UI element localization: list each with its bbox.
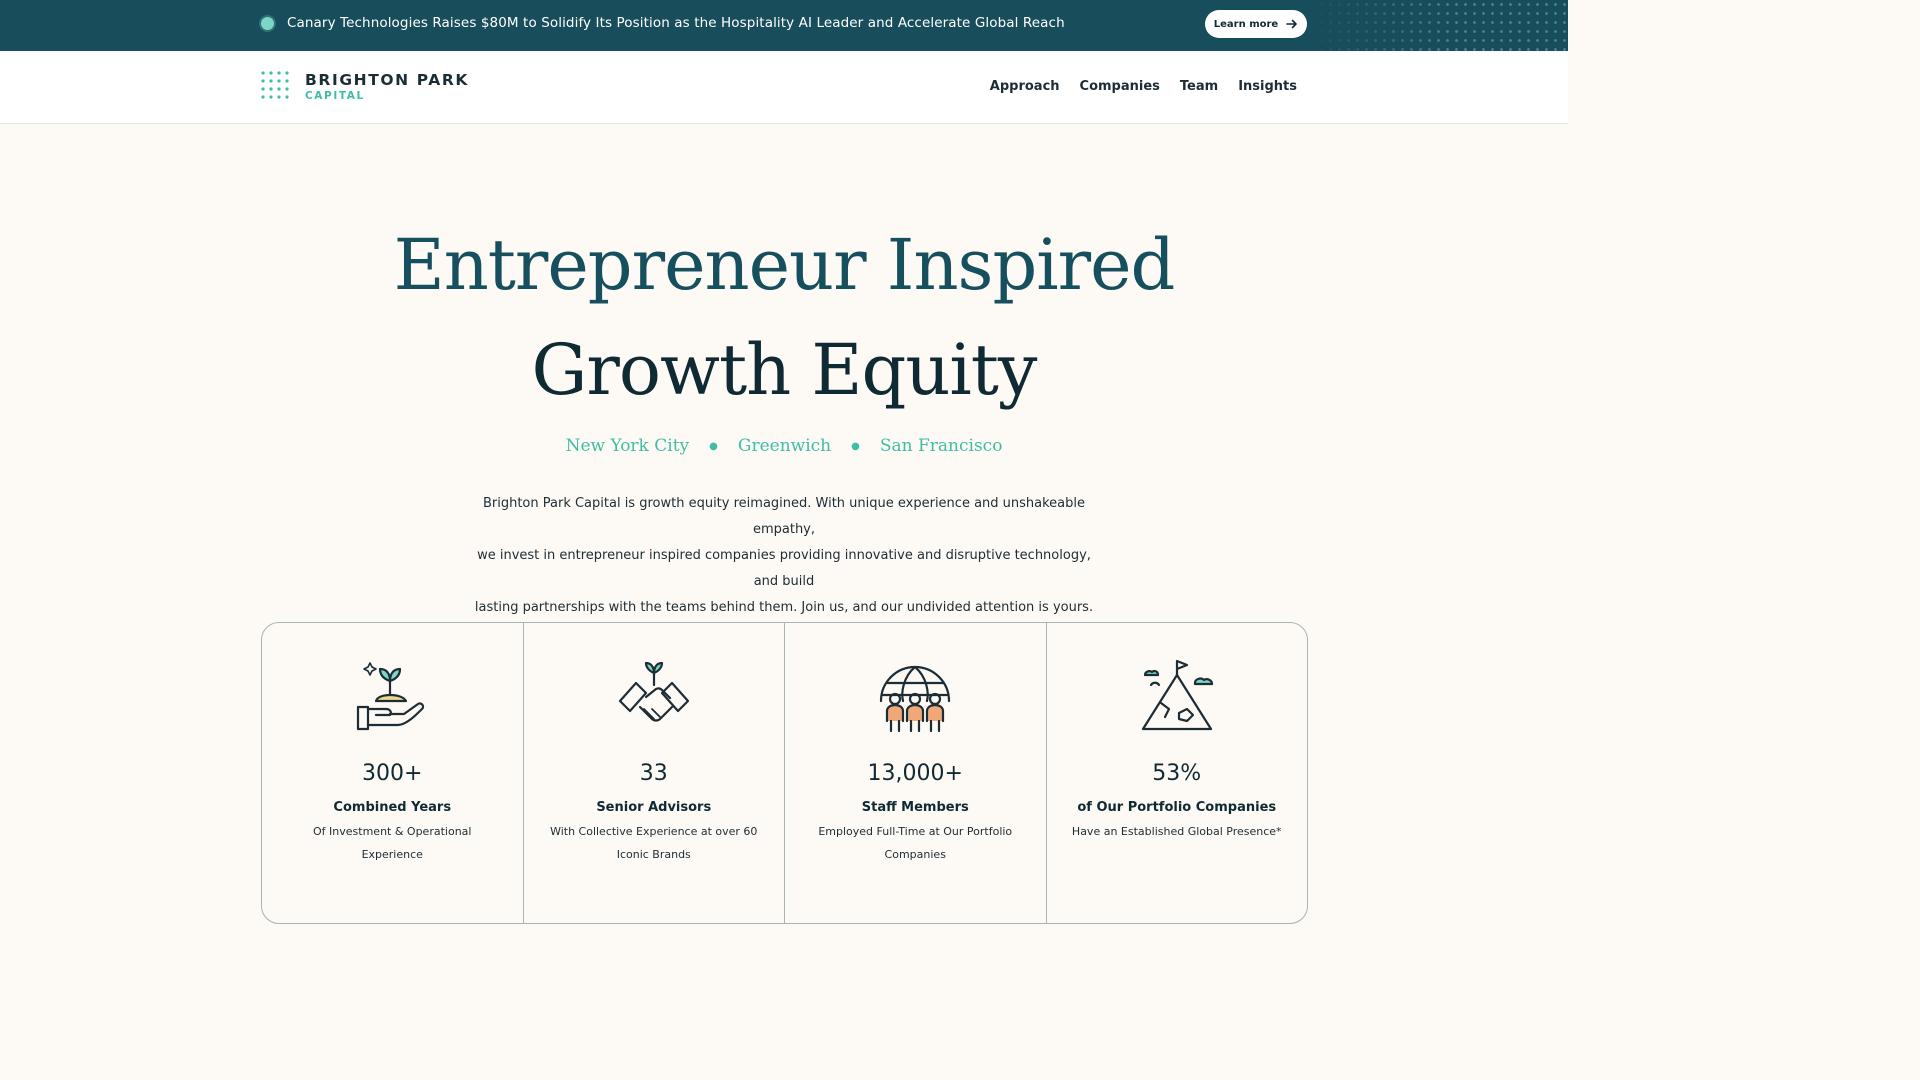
hero-title-line2: Growth Equity [531, 329, 1038, 411]
mountain-flag-icon [1141, 659, 1213, 731]
globe-people-icon [880, 665, 951, 733]
stat-card: 53% of Our Portfolio Companies Have an E… [1047, 623, 1308, 923]
stat-value: 53% [1152, 761, 1202, 786]
stat-label: Combined Years [333, 800, 452, 815]
main-nav: BRIGHTON PARK CAPITAL Approach Companies… [0, 51, 1568, 124]
stat-label: Senior Advisors [596, 800, 712, 815]
handshake-sprout-icon [618, 661, 689, 722]
logo-subname: CAPITAL [305, 89, 365, 102]
nav-item-insights[interactable]: Insights [1238, 79, 1297, 94]
stat-card: 300+ Combined Years Of Investment & Oper… [262, 623, 524, 923]
office-locations: New York City ● Greenwich ● San Francisc… [0, 436, 1568, 456]
stat-description: With Collective Experience at over 60 Ic… [550, 825, 758, 861]
stat-card: 13,000+ Staff Members Employed Full-Time… [785, 623, 1047, 923]
stats-panel: 300+ Combined Years Of Investment & Oper… [261, 622, 1308, 924]
city-san-francisco: San Francisco [879, 436, 1003, 456]
intro-line: we invest in entrepreneur inspired compa… [477, 548, 1091, 589]
learn-more-button[interactable]: Learn more [1205, 10, 1307, 38]
intro-line: Brighton Park Capital is growth equity r… [482, 496, 1086, 537]
nav-links: Approach Companies Team Insights [990, 79, 1297, 94]
stat-description: Employed Full-Time at Our Portfolio Comp… [818, 825, 1013, 861]
sprout-in-hand-icon [357, 662, 425, 731]
intro-paragraph: Brighton Park Capital is growth equity r… [464, 491, 1104, 621]
stat-label: of Our Portfolio Companies [1077, 800, 1277, 815]
city-separator: ● [709, 440, 718, 452]
arrow-right-icon [1286, 19, 1298, 29]
logo-name: BRIGHTON PARK [305, 71, 470, 89]
stat-card: 33 Senior Advisors With Collective Exper… [524, 623, 785, 923]
banner-dot-pattern [1308, 0, 1568, 51]
announcement-bullet-icon [261, 17, 274, 30]
city-separator: ● [851, 440, 860, 452]
nav-item-approach[interactable]: Approach [990, 79, 1060, 94]
stat-value: 13,000+ [867, 761, 963, 786]
announcement-banner: Canary Technologies Raises $80M to Solid… [0, 0, 1568, 51]
stat-label: Staff Members [861, 800, 969, 815]
logo-dot-grid-icon [261, 71, 289, 99]
brand-logo[interactable]: BRIGHTON PARK CAPITAL [261, 71, 469, 103]
city-new-york: New York City [565, 436, 690, 456]
nav-item-companies[interactable]: Companies [1080, 79, 1160, 94]
stat-value: 33 [639, 761, 668, 786]
city-greenwich: Greenwich [737, 436, 832, 456]
intro-line: lasting partnerships with the teams behi… [474, 600, 1094, 615]
stat-description: Of Investment & Operational Experience [313, 825, 472, 861]
hero-title-line1: Entrepreneur Inspired [393, 224, 1176, 306]
stat-description: Have an Established Global Presence* [1071, 825, 1282, 838]
announcement-text[interactable]: Canary Technologies Raises $80M to Solid… [287, 14, 1065, 32]
stat-value: 300+ [362, 761, 423, 786]
learn-more-label: Learn more [1213, 18, 1279, 30]
nav-item-team[interactable]: Team [1180, 79, 1218, 94]
